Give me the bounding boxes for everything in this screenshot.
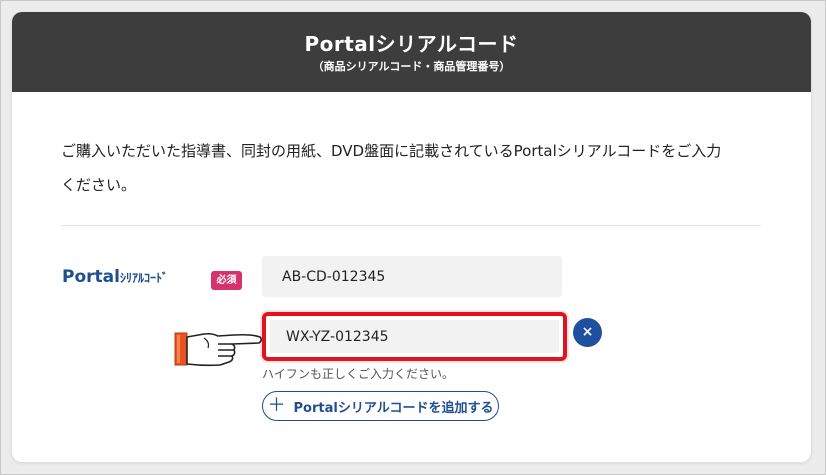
page-title: Portalシリアルコード xyxy=(304,32,519,56)
clear-input-button[interactable]: × xyxy=(573,318,602,347)
field-label-main: Portal xyxy=(62,267,120,287)
card-header: Portalシリアルコード （商品シリアルコード・商品管理番号） xyxy=(12,12,811,92)
plus-icon: ＋ xyxy=(267,395,286,416)
instructions-text: ご購入いただいた指導書、同封の用紙、DVD盤面に記載されているPortalシリア… xyxy=(61,134,771,202)
add-serial-code-button[interactable]: ＋ Portalシリアルコードを追加する xyxy=(262,391,499,421)
screenshot-frame: Portalシリアルコード （商品シリアルコード・商品管理番号） ご購入いただい… xyxy=(0,0,826,475)
serial-code-input-1[interactable] xyxy=(262,256,562,297)
serial-code-input-2[interactable] xyxy=(270,320,559,353)
highlighted-input-frame xyxy=(262,312,567,361)
instructions-line-1: ご購入いただいた指導書、同封の用紙、DVD盤面に記載されているPortalシリア… xyxy=(61,142,722,160)
page-subtitle: （商品シリアルコード・商品管理番号） xyxy=(312,60,511,73)
field-label-small: ｼﾘｱﾙｺｰﾄﾞ xyxy=(119,271,168,285)
add-serial-code-label: Portalシリアルコードを追加する xyxy=(293,400,494,416)
field-label: Portalｼﾘｱﾙｺｰﾄﾞ xyxy=(62,267,168,287)
divider xyxy=(61,225,761,226)
input-hint: ハイフンも正しくご入力ください。 xyxy=(262,367,455,381)
instructions-line-2: ください。 xyxy=(61,176,137,194)
required-badge: 必須 xyxy=(211,271,242,290)
close-icon: × xyxy=(581,324,594,340)
pointing-hand-icon xyxy=(174,332,263,367)
serial-code-card: Portalシリアルコード （商品シリアルコード・商品管理番号） ご購入いただい… xyxy=(12,12,811,462)
